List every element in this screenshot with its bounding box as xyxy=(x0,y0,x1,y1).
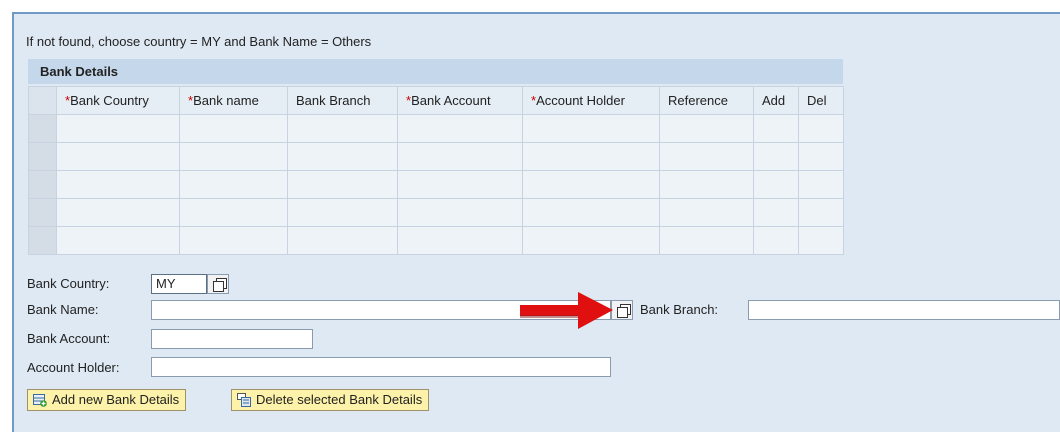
col-header-bank-country[interactable]: *Bank Country xyxy=(56,86,180,115)
bank-country-value-help[interactable] xyxy=(207,274,229,294)
col-header-bank-branch[interactable]: Bank Branch xyxy=(287,86,398,115)
col-header-bank-account[interactable]: *Bank Account xyxy=(397,86,523,115)
add-button-label: Add new Bank Details xyxy=(52,392,180,407)
table-title: Bank Details xyxy=(28,59,843,84)
account-holder-label: Account Holder: xyxy=(27,360,120,375)
annotation-arrow-icon xyxy=(520,292,613,329)
info-text: If not found, choose country = MY and Ba… xyxy=(26,34,372,49)
select-all-header[interactable] xyxy=(28,86,57,115)
delete-button-label: Delete selected Bank Details xyxy=(256,392,423,407)
table-header-row: *Bank Country *Bank name Bank Branch *Ba… xyxy=(28,86,844,115)
bank-country-input[interactable]: MY xyxy=(151,274,207,294)
bank-name-value-help[interactable] xyxy=(611,300,633,320)
col-header-add[interactable]: Add xyxy=(753,86,799,115)
account-holder-input[interactable] xyxy=(151,357,611,377)
col-header-del[interactable]: Del xyxy=(798,86,844,115)
delete-bank-details-button[interactable]: Delete selected Bank Details xyxy=(231,389,430,411)
table-row[interactable] xyxy=(28,170,844,199)
row-selector[interactable] xyxy=(28,198,57,227)
col-header-bank-name[interactable]: *Bank name xyxy=(179,86,288,115)
add-row-icon xyxy=(33,394,47,407)
row-selector[interactable] xyxy=(28,114,57,143)
bank-branch-label: Bank Branch: xyxy=(640,302,719,317)
col-header-reference[interactable]: Reference xyxy=(659,86,754,115)
bank-account-input[interactable] xyxy=(151,329,313,349)
delete-row-icon xyxy=(237,393,251,407)
table-row[interactable] xyxy=(28,114,844,143)
row-selector[interactable] xyxy=(28,226,57,255)
bank-account-label: Bank Account: xyxy=(27,331,111,346)
bank-country-label: Bank Country: xyxy=(27,276,110,291)
bank-details-table: *Bank Country *Bank name Bank Branch *Ba… xyxy=(28,86,844,255)
add-bank-details-button[interactable]: Add new Bank Details xyxy=(27,389,187,411)
bank-branch-input[interactable] xyxy=(748,300,1060,320)
bank-name-label: Bank Name: xyxy=(27,302,99,317)
table-row[interactable] xyxy=(28,198,844,227)
table-row[interactable] xyxy=(28,142,844,171)
row-selector[interactable] xyxy=(28,142,57,171)
col-header-account-holder[interactable]: *Account Holder xyxy=(522,86,660,115)
table-row[interactable] xyxy=(28,226,844,255)
row-selector[interactable] xyxy=(28,170,57,199)
